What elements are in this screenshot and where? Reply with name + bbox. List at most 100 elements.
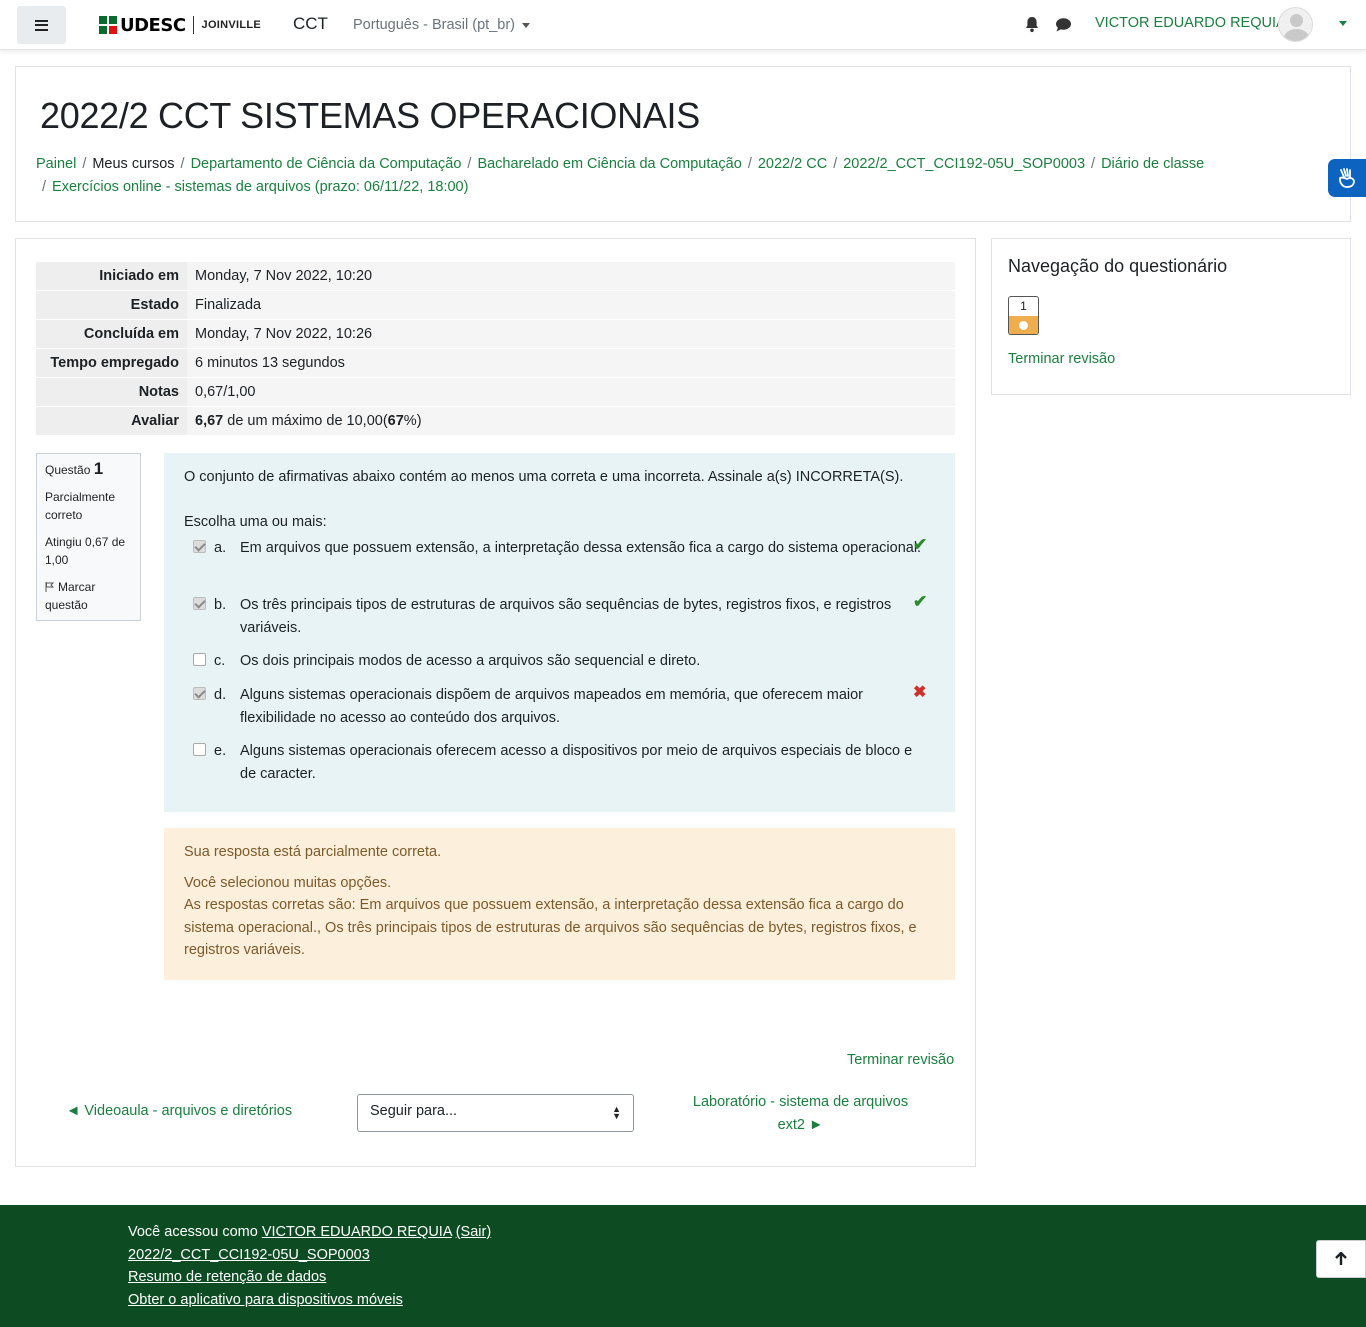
page-title: 2022/2 CCT SISTEMAS OPERACIONAIS [40,95,700,136]
quiz-nav-finish-review-link[interactable]: Terminar revisão [1008,351,1115,367]
question-nav-number: 1 [1020,299,1027,313]
logged-in-prefix: Você acessou como [128,1224,262,1240]
finish-review-link[interactable]: Terminar revisão [847,1052,954,1068]
main-region: Iniciado em Monday, 7 Nov 2022, 10:20 Est… [15,238,976,1167]
summary-label: Tempo empregado [36,348,187,378]
user-menu-name[interactable]: VICTOR EDUARDO REQUIA [1095,15,1286,31]
previous-activity-link[interactable]: ◄ Videoaula - arquivos e diretórios [66,1103,292,1119]
summary-value: 6 minutos 13 segundos [187,348,955,378]
user-menu-chevron-icon[interactable] [1339,21,1347,26]
question-mark: Atingiu 0,67 de 1,00 [45,535,126,567]
summary-value: Monday, 7 Nov 2022, 10:26 [187,319,955,349]
answer-text: Alguns sistemas operacionais dispõem de … [240,687,863,726]
answer-letter: e. [214,743,227,759]
bell-icon[interactable] [1024,16,1040,33]
jump-to-select[interactable]: Seguir para... ▲ ▼ [357,1094,634,1132]
menu-icon [35,19,48,31]
select-arrows-icon: ▲ ▼ [612,1104,621,1121]
language-menu[interactable]: Português - Brasil (pt_br) [353,17,530,33]
next-activity-link[interactable]: Laboratório - sistema de arquivos ext2 ► [678,1091,923,1137]
answer-text: Alguns sistemas operacionais oferecem ac… [240,743,913,782]
grade-end: %) [403,413,422,429]
site-logo[interactable]: UDESC JOINVILLE [99,14,261,36]
summary-value: Monday, 7 Nov 2022, 10:20 [187,261,955,291]
breadcrumb-semestre[interactable]: 2022/2 CC [758,156,827,172]
breadcrumb-bacharelado[interactable]: Bacharelado em Ciência da Computação [477,156,741,172]
choose-label: Escolha uma ou mais: [184,514,327,530]
question-label: Questão [45,463,91,477]
flag-icon [45,582,54,592]
summary-value: 6,67 de um máximo de 10,00(67%) [187,406,955,435]
avatar[interactable] [1278,7,1313,42]
table-row: Avaliar 6,67 de um máximo de 10,00(67%) [36,406,955,435]
answer-checkbox-d[interactable] [193,687,206,700]
grade-percent: 67 [387,413,404,429]
table-row: Iniciado em Monday, 7 Nov 2022, 10:20 [36,261,955,291]
breadcrumb-quiz[interactable]: Exercícios online - sistemas de arquivos… [52,179,468,195]
feedback-too-many: Você selecionou muitas opções. [184,874,392,891]
question-feedback: Sua resposta está parcialmente correta. … [164,828,955,980]
answer-text: Os três principais tipos de estruturas d… [240,597,892,636]
breadcrumb-departamento[interactable]: Departamento de Ciência da Computação [191,156,462,172]
table-row: Estado Finalizada [36,290,955,320]
flag-question-link[interactable]: Marcar questão [45,578,132,614]
answer-text: Em arquivos que possuem extensão, a inte… [240,540,922,556]
table-row: Concluída em Monday, 7 Nov 2022, 10:26 [36,319,955,349]
summary-label: Avaliar [36,406,187,435]
page-header: 2022/2 CCT SISTEMAS OPERACIONAIS Painel /… [15,66,1351,222]
question-prompt: O conjunto de afirmativas abaixo contém … [184,469,904,485]
summary-label: Iniciado em [36,261,187,291]
feedback-status: Sua resposta está parcialmente correta. [184,844,442,860]
footer-user-link[interactable]: VICTOR EDUARDO REQUIA [262,1224,452,1240]
question-content: O conjunto de afirmativas abaixo contém … [164,453,955,812]
site-name[interactable]: CCT [293,14,328,34]
mobile-app-link[interactable]: Obter o aplicativo para dispositivos móv… [128,1292,403,1308]
breadcrumb: Painel / Meus cursos / Departamento de Ciênc… [36,156,1205,195]
correct-check-icon: ✔ [913,535,928,554]
grade-value: 6,67 [195,413,224,429]
summary-value: 0,67/1,00 [187,377,955,407]
logo-subtitle: JOINVILLE [201,19,262,31]
sign-language-icon [1339,168,1355,188]
page-footer: Você acessou como VICTOR EDUARDO REQUIA … [0,1205,1366,1327]
incorrect-x-icon: ✖ [913,684,927,701]
answer-checkbox-c[interactable] [193,653,206,666]
quiz-navigation-title: Navegação do questionário [1008,256,1228,276]
jump-to-label: Seguir para... [370,1103,458,1119]
answer-letter: d. [214,687,227,703]
table-row: Tempo empregado 6 minutos 13 segundos [36,348,955,378]
grade-mid: de um máximo de 10,00( [223,413,388,429]
question-info-box: Questão 1 Parcialmente correto Atingiu 0… [36,453,141,621]
feedback-correct-answers: As respostas corretas são: Em arquivos q… [184,897,917,958]
drawer-toggle-button[interactable] [17,6,66,44]
answer-letter: a. [214,540,227,556]
quiz-navigation-block: Navegação do questionário 1 Terminar rev… [991,238,1351,395]
chat-icon[interactable] [1055,17,1072,33]
logo-mark [99,16,117,34]
correct-check-icon: ✔ [913,592,928,611]
question-number: 1 [93,459,104,478]
answer-letter: b. [214,597,227,613]
answer-checkbox-b[interactable] [193,597,206,610]
data-retention-link[interactable]: Resumo de retenção de dados [128,1269,326,1285]
summary-label: Notas [36,377,187,407]
logout-link[interactable]: (Sair) [456,1224,491,1240]
table-row: Notas 0,67/1,00 [36,377,955,407]
answer-checkbox-a[interactable] [193,540,206,553]
question-nav-button-1[interactable]: 1 [1008,296,1039,335]
partially-correct-state-icon [1009,316,1038,334]
question-state: Parcialmente correto [45,490,116,522]
breadcrumb-diario[interactable]: Diário de classe [1101,156,1204,172]
language-label: Português - Brasil (pt_br) [353,17,515,33]
back-to-top-button[interactable] [1316,1240,1366,1278]
logo-divider [192,16,194,34]
breadcrumb-meus-cursos: Meus cursos [92,156,175,172]
vlibras-accessibility-button[interactable] [1328,159,1366,197]
chevron-down-icon [521,22,530,28]
breadcrumb-painel[interactable]: Painel [36,156,76,172]
summary-label: Concluída em [36,319,187,349]
footer-course-link[interactable]: 2022/2_CCT_CCI192-05U_SOP0003 [128,1247,370,1263]
breadcrumb-course[interactable]: 2022/2_CCT_CCI192-05U_SOP0003 [843,156,1085,172]
answer-checkbox-e[interactable] [193,743,206,756]
summary-label: Estado [36,290,187,320]
